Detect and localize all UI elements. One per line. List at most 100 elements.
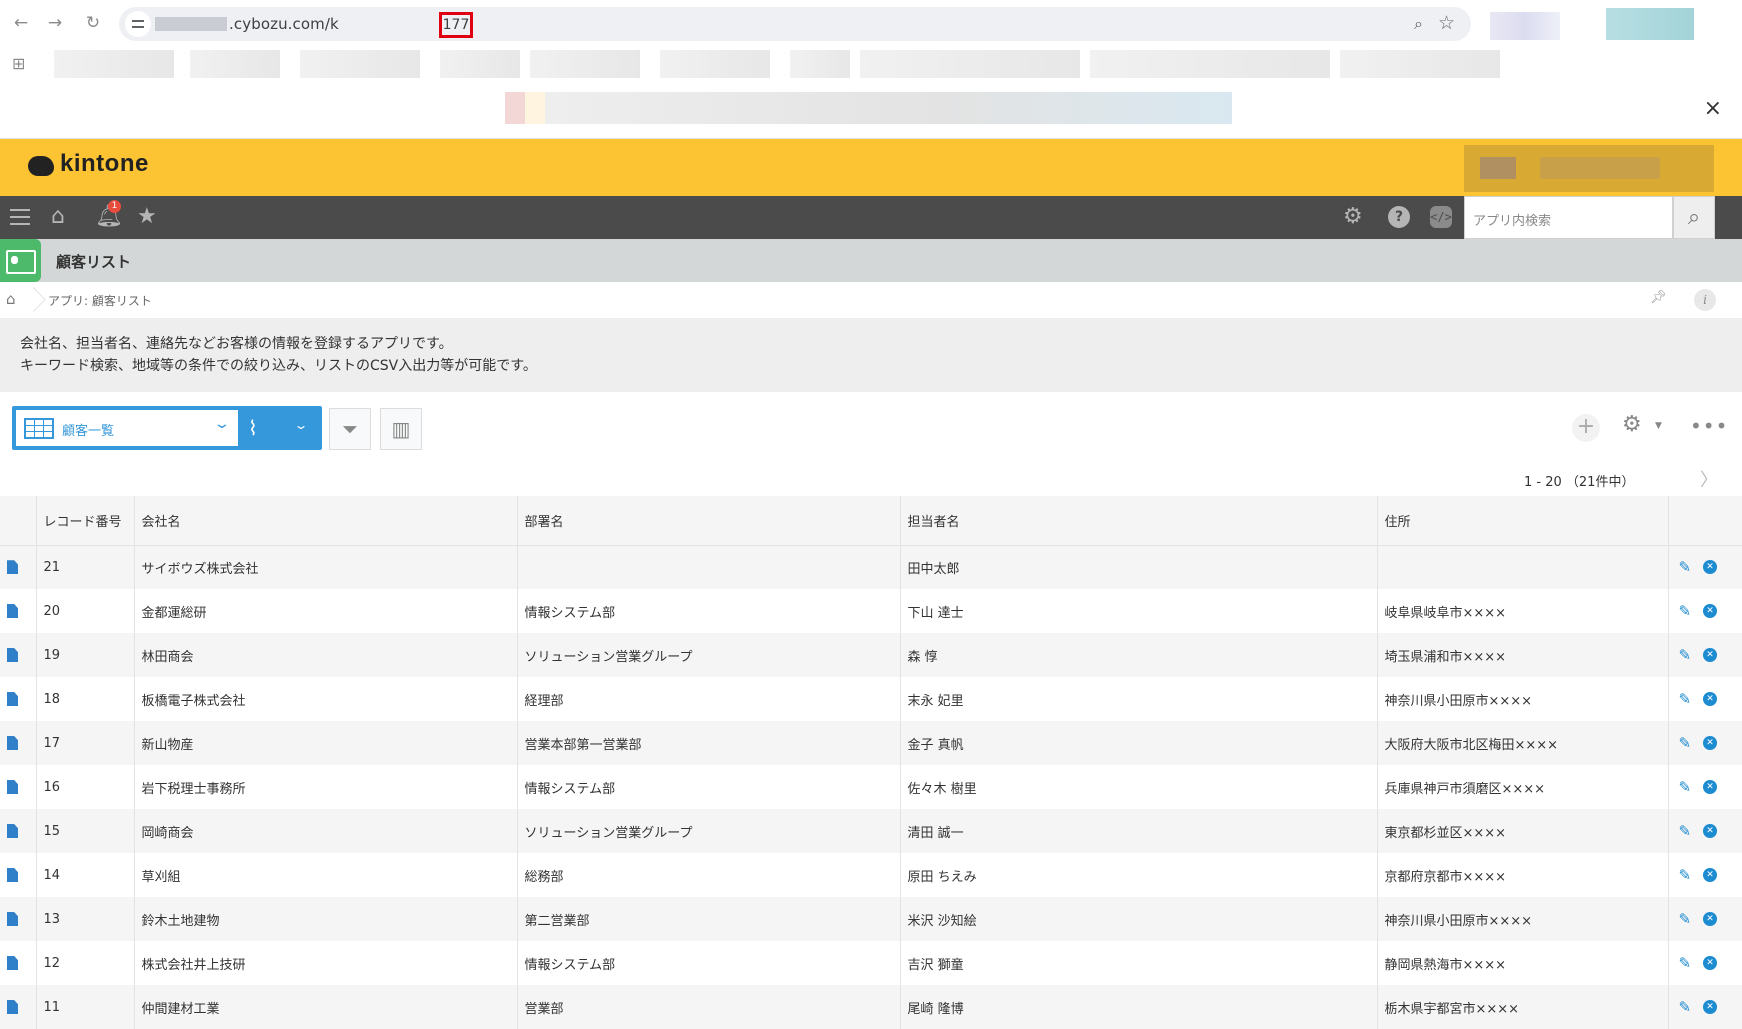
edit-pencil-icon[interactable]: ✎ (1679, 734, 1692, 752)
edit-pencil-icon[interactable]: ✎ (1679, 778, 1692, 796)
department-cell: 営業本部第一営業部 (517, 721, 901, 765)
edit-pencil-icon[interactable]: ✎ (1679, 646, 1692, 664)
column-header[interactable]: レコード番号 (36, 496, 135, 546)
reload-icon[interactable]: ↻ (82, 12, 104, 34)
record-detail-cell[interactable] (0, 897, 37, 941)
department-cell (517, 545, 901, 589)
address-bar[interactable]: .cybozu.com/k 177 ⌕ ☆ (119, 7, 1471, 41)
record-detail-cell[interactable] (0, 589, 37, 633)
edit-pencil-icon[interactable]: ✎ (1679, 866, 1692, 884)
favorites-star-icon[interactable]: ★ (137, 204, 157, 230)
column-header[interactable]: 担当者名 (900, 496, 1378, 546)
delete-icon[interactable]: ✕ (1703, 824, 1718, 838)
chevron-down-icon[interactable]: ⌄ (293, 418, 308, 432)
graph-icon[interactable]: ⌇ (248, 416, 258, 440)
table-row[interactable]: 12 株式会社井上技研 情報システム部 吉沢 獅童 静岡県熱海市×××× ✎ ✕ (0, 941, 1742, 985)
record-detail-icon[interactable] (7, 956, 18, 970)
edit-pencil-icon[interactable]: ✎ (1679, 954, 1692, 972)
app-search-input[interactable]: アプリ内検索 (1464, 196, 1673, 239)
table-row[interactable]: 13 鈴木土地建物 第二営業部 米沢 沙知絵 神奈川県小田原市×××× ✎ ✕ (0, 897, 1742, 941)
add-record-button[interactable]: + (1572, 414, 1600, 442)
table-row[interactable]: 15 岡崎商会 ソリューション営業グループ 清田 誠一 東京都杉並区×××× ✎ ✕ (0, 809, 1742, 853)
delete-icon[interactable]: ✕ (1703, 560, 1718, 575)
breadcrumb-app[interactable]: アプリ: 顧客リスト (48, 292, 152, 309)
table-row[interactable]: 17 新山物産 営業本部第一営業部 金子 真帆 大阪府大阪市北区梅田×××× ✎ ✕ (0, 721, 1742, 765)
delete-icon[interactable]: ✕ (1703, 780, 1718, 794)
record-detail-cell[interactable] (0, 633, 37, 677)
code-icon[interactable]: </> (1430, 206, 1452, 228)
close-icon[interactable]: × (1704, 96, 1722, 121)
record-detail-cell[interactable] (0, 721, 37, 765)
breadcrumb-home-icon[interactable]: ⌂ (6, 290, 16, 308)
person-cell: 田中太郎 (900, 545, 1378, 589)
info-icon[interactable]: i (1694, 289, 1716, 311)
edit-pencil-icon[interactable]: ✎ (1679, 910, 1692, 928)
delete-icon[interactable]: ✕ (1703, 736, 1718, 750)
edit-pencil-icon[interactable]: ✎ (1679, 690, 1692, 708)
table-row[interactable]: 14 草刈組 総務部 原田 ちえみ 京都府京都市×××× ✎ ✕ (0, 853, 1742, 897)
table-row[interactable]: 21 サイボウズ株式会社 田中太郎 ✎ ✕ (0, 545, 1742, 589)
gear-icon[interactable]: ⚙ (1343, 204, 1363, 230)
site-settings-icon[interactable] (125, 11, 151, 37)
record-detail-icon[interactable] (7, 560, 18, 575)
delete-icon[interactable]: ✕ (1703, 648, 1718, 662)
record-detail-icon[interactable] (7, 648, 18, 662)
person-cell: 佐々木 樹里 (900, 765, 1378, 809)
column-header[interactable]: 会社名 (134, 496, 518, 546)
help-icon[interactable]: ? (1388, 206, 1410, 228)
record-detail-cell[interactable] (0, 853, 37, 897)
delete-icon[interactable]: ✕ (1703, 912, 1718, 926)
view-selector[interactable]: 顧客一覧 ⌄ (16, 410, 238, 446)
filter-icon[interactable]: ⏷ (329, 408, 371, 450)
extension-redacted (1490, 12, 1560, 40)
record-detail-cell[interactable] (0, 545, 37, 589)
record-detail-cell[interactable] (0, 765, 37, 809)
user-menu[interactable] (1464, 145, 1714, 192)
menu-icon[interactable] (10, 209, 30, 225)
app-settings-gear-icon[interactable]: ⚙ (1622, 412, 1642, 437)
zoom-icon[interactable]: ⌕ (1414, 14, 1423, 34)
apps-grid-icon[interactable]: ⊞ (12, 54, 25, 73)
column-header[interactable]: 部署名 (517, 496, 901, 546)
record-detail-icon[interactable] (7, 912, 18, 926)
record-detail-cell[interactable] (0, 677, 37, 721)
table-row[interactable]: 16 岩下税理士事務所 情報システム部 佐々木 樹里 兵庫県神戸市須磨区×××× ✎ ✕ (0, 765, 1742, 809)
record-detail-cell[interactable] (0, 941, 37, 985)
delete-icon[interactable]: ✕ (1703, 604, 1718, 618)
forward-arrow-icon[interactable]: → (44, 12, 66, 34)
more-options-icon[interactable]: ••• (1690, 414, 1728, 438)
delete-icon[interactable]: ✕ (1703, 692, 1718, 706)
record-detail-icon[interactable] (7, 736, 18, 750)
delete-icon[interactable]: ✕ (1703, 1000, 1718, 1014)
chart-icon[interactable]: ▥ (380, 408, 422, 450)
edit-pencil-icon[interactable]: ✎ (1679, 558, 1692, 576)
record-detail-icon[interactable] (7, 868, 18, 882)
record-detail-cell[interactable] (0, 809, 37, 853)
delete-icon[interactable]: ✕ (1703, 868, 1718, 882)
table-row[interactable]: 19 林田商会 ソリューション営業グループ森 惇埼玉県浦和市×××× ✎ ✕ (0, 633, 1742, 677)
record-detail-cell[interactable] (0, 985, 37, 1029)
pin-icon[interactable]: 📌︎ (1650, 290, 1667, 305)
record-number-cell: 18 (36, 677, 135, 721)
table-row[interactable]: 11 仲間建材工業 営業部 尾崎 隆博 栃木県宇都宮市×××× ✎ ✕ (0, 985, 1742, 1029)
table-row[interactable]: 18 板橋電子株式会社 経理部 末永 妃里 神奈川県小田原市×××× ✎ ✕ (0, 677, 1742, 721)
edit-pencil-icon[interactable]: ✎ (1679, 998, 1692, 1016)
column-header[interactable]: 住所 (1377, 496, 1669, 546)
edit-pencil-icon[interactable]: ✎ (1679, 602, 1692, 620)
table-row[interactable]: 20 金都運総研 情報システム部 下山 達士 岐阜県岐阜市×××× ✎ ✕ (0, 589, 1742, 633)
delete-icon[interactable]: ✕ (1703, 956, 1718, 970)
record-detail-icon[interactable] (7, 692, 18, 706)
record-detail-icon[interactable] (7, 824, 18, 838)
record-detail-icon[interactable] (7, 1000, 18, 1014)
record-number-cell: 11 (36, 985, 135, 1029)
record-detail-icon[interactable] (7, 604, 18, 618)
record-detail-icon[interactable] (7, 780, 18, 794)
chevron-down-icon[interactable]: ▼ (1655, 421, 1662, 431)
edit-pencil-icon[interactable]: ✎ (1679, 822, 1692, 840)
bookmark-star-icon[interactable]: ☆ (1438, 12, 1455, 34)
back-arrow-icon[interactable]: ← (10, 12, 32, 34)
department-cell: 情報システム部 (517, 941, 901, 985)
search-icon[interactable]: ⌕ (1673, 196, 1715, 239)
home-icon[interactable]: ⌂ (51, 204, 65, 230)
next-page-icon[interactable]: 〉 (1700, 466, 1718, 492)
